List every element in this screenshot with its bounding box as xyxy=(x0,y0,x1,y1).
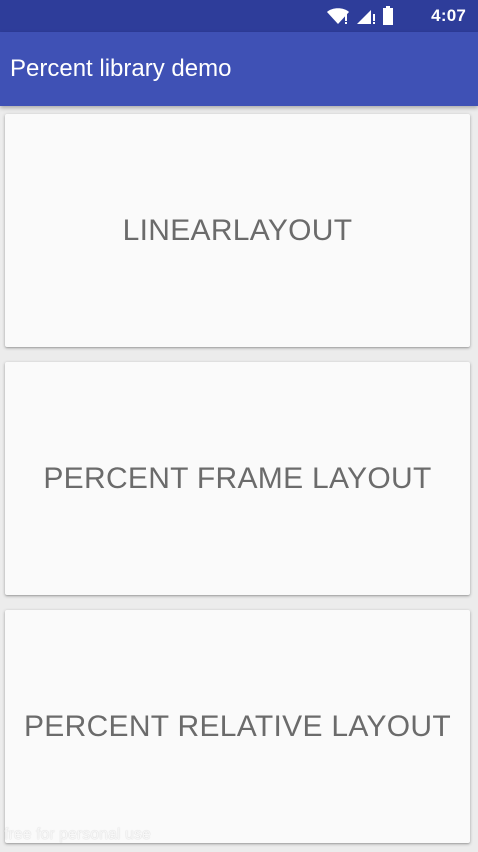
status-bar: 4:07 xyxy=(0,0,478,32)
battery-icon xyxy=(382,6,394,26)
cell-signal-icon xyxy=(356,7,376,25)
card-label: PERCENT FRAME LAYOUT xyxy=(43,461,432,495)
status-time: 4:07 xyxy=(431,6,466,25)
linearlayout-card[interactable]: LINEARLAYOUT xyxy=(5,114,470,347)
app-bar: Percent library demo xyxy=(0,32,478,106)
card-label: PERCENT RELATIVE LAYOUT xyxy=(23,709,451,743)
percent-frame-layout-card[interactable]: PERCENT FRAME LAYOUT xyxy=(5,362,470,595)
percent-relative-layout-card[interactable]: PERCENT RELATIVE LAYOUT xyxy=(5,610,470,843)
status-icons xyxy=(326,6,394,26)
app-title: Percent library demo xyxy=(10,55,232,82)
card-label: LINEARLAYOUT xyxy=(122,213,353,247)
watermark: free for personal use xyxy=(4,826,151,843)
wifi-icon xyxy=(326,7,350,25)
